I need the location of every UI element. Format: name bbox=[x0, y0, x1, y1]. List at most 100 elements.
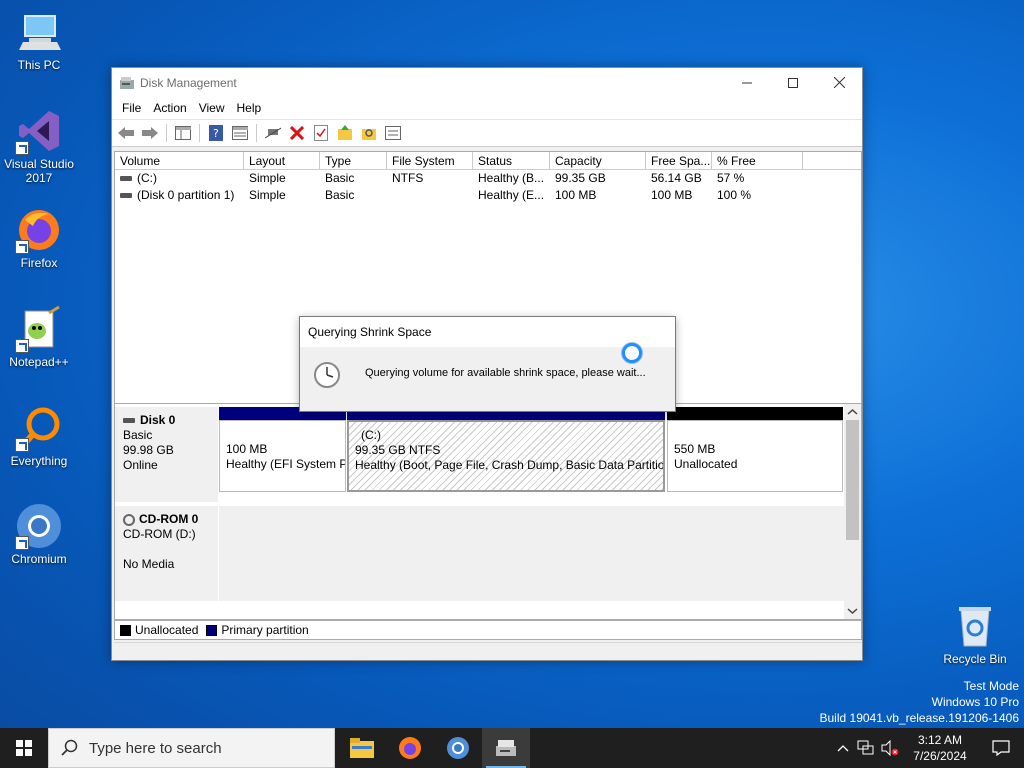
cell-layout: Simple bbox=[249, 171, 286, 185]
column-header-volume[interactable]: Volume bbox=[115, 152, 244, 169]
cell-file-system: NTFS bbox=[392, 171, 424, 185]
everything-icon bbox=[15, 404, 63, 452]
show-hidden-icons-icon[interactable] bbox=[832, 744, 854, 752]
column-header-layout[interactable]: Layout bbox=[244, 152, 320, 169]
shortcut-arrow-icon bbox=[15, 141, 29, 155]
properties-icon[interactable] bbox=[230, 123, 250, 143]
notepadpp-icon bbox=[15, 305, 63, 353]
desktop-icon-recycle-bin[interactable]: Recycle Bin bbox=[936, 602, 1014, 666]
cell-type: Basic bbox=[325, 188, 355, 202]
busy-spinner-icon bbox=[622, 343, 642, 363]
menu-help[interactable]: Help bbox=[231, 101, 268, 115]
recycle-bin-icon bbox=[951, 602, 999, 650]
delete-icon[interactable] bbox=[287, 123, 307, 143]
desktop-icon-visual-studio[interactable]: Visual Studio 2017 bbox=[0, 107, 78, 185]
taskbar-clock[interactable]: 3:12 AM 7/26/2024 bbox=[902, 732, 978, 764]
svg-text:?: ? bbox=[213, 127, 219, 140]
forward-icon[interactable] bbox=[140, 123, 160, 143]
menu-action[interactable]: Action bbox=[147, 101, 192, 115]
column-header-free-space[interactable]: Free Spa... bbox=[646, 152, 712, 169]
close-button[interactable] bbox=[816, 68, 862, 97]
minimize-button[interactable] bbox=[724, 68, 770, 97]
taskbar: Type here to search 3:12 AM 7/26/2024 bbox=[0, 728, 1024, 768]
taskbar-firefox[interactable] bbox=[386, 728, 434, 768]
column-header-capacity[interactable]: Capacity bbox=[550, 152, 646, 169]
desktop-icon-firefox[interactable]: Firefox bbox=[0, 206, 78, 270]
windows-logo-icon bbox=[16, 740, 32, 756]
connect-icon[interactable] bbox=[263, 123, 283, 143]
volume-muted-icon[interactable] bbox=[878, 740, 902, 756]
column-header-status[interactable]: Status bbox=[473, 152, 550, 169]
search-folder-icon[interactable] bbox=[359, 123, 379, 143]
watermark-line-3: Build 19041.vb_release.191206-1406 bbox=[819, 711, 1020, 725]
partition-c[interactable]: (C:) 99.35 GB NTFS Healthy (Boot, Page F… bbox=[347, 407, 665, 492]
desktop-icon-this-pc[interactable]: This PC bbox=[0, 8, 78, 72]
folder-up-icon[interactable] bbox=[335, 123, 355, 143]
desktop-icon-everything[interactable]: Everything bbox=[0, 404, 78, 468]
disk-label[interactable]: CD-ROM 0 CD-ROM (D:) No Media bbox=[115, 506, 218, 601]
test-mode-watermark: Test Mode Windows 10 Pro Build 19041.vb_… bbox=[820, 678, 1020, 726]
menu-file[interactable]: File bbox=[116, 101, 147, 115]
desktop-icon-label: Recycle Bin bbox=[943, 652, 1007, 666]
desktop-icon-chromium[interactable]: Chromium bbox=[0, 502, 78, 566]
partition-efi[interactable]: 100 MB Healthy (EFI System P bbox=[219, 407, 346, 492]
partition-status: Healthy (EFI System P bbox=[226, 457, 346, 471]
chromium-icon bbox=[447, 737, 469, 759]
notifications-icon[interactable] bbox=[978, 740, 1024, 756]
taskbar-chromium[interactable] bbox=[434, 728, 482, 768]
cd-rom-icon bbox=[123, 513, 135, 526]
network-icon[interactable] bbox=[854, 740, 878, 756]
partition-size: 99.35 GB NTFS bbox=[355, 443, 441, 457]
scrollbar-thumb[interactable] bbox=[846, 420, 859, 540]
table-row[interactable]: (C:) Simple Basic NTFS Healthy (B... 99.… bbox=[115, 170, 861, 187]
disk-name: CD-ROM 0 bbox=[139, 512, 199, 526]
show-hide-console-tree-icon[interactable] bbox=[173, 123, 193, 143]
status-bar bbox=[114, 642, 862, 660]
table-row[interactable]: (Disk 0 partition 1) Simple Basic Health… bbox=[115, 187, 861, 204]
cell-file-system bbox=[387, 187, 473, 204]
disk-label[interactable]: Disk 0 Basic 99.98 GB Online bbox=[115, 407, 218, 502]
help-icon[interactable]: ? bbox=[206, 123, 226, 143]
disk-type: Basic bbox=[123, 428, 153, 442]
legend: Unallocated Primary partition bbox=[114, 620, 862, 640]
desktop-icon-label: Chromium bbox=[11, 552, 67, 566]
partition-body-selected: (C:) 99.35 GB NTFS Healthy (Boot, Page F… bbox=[347, 420, 665, 492]
vertical-scrollbar[interactable] bbox=[844, 404, 861, 619]
check-icon[interactable] bbox=[311, 123, 331, 143]
taskbar-search-box[interactable]: Type here to search bbox=[48, 728, 335, 768]
disk-graphical-pane: Disk 0 Basic 99.98 GB Online 100 MB Heal… bbox=[114, 403, 862, 620]
menu-bar: File Action View Help bbox=[112, 97, 862, 119]
clock-date: 7/26/2024 bbox=[913, 749, 967, 763]
disk-row-disk-0: Disk 0 Basic 99.98 GB Online 100 MB Heal… bbox=[115, 407, 845, 502]
firefox-icon bbox=[399, 737, 421, 759]
legend-label-unallocated: Unallocated bbox=[135, 623, 199, 637]
cell-layout: Simple bbox=[249, 188, 286, 202]
desktop-icon-label: Everything bbox=[10, 454, 68, 468]
console-icon[interactable] bbox=[383, 123, 403, 143]
visual-studio-icon bbox=[15, 107, 63, 155]
shortcut-arrow-icon bbox=[15, 536, 29, 550]
partition-unallocated[interactable]: 550 MB Unallocated bbox=[667, 407, 843, 492]
column-header-file-system[interactable]: File System bbox=[387, 152, 473, 169]
partition-color-bar bbox=[667, 407, 843, 420]
cell-percent-free: 100 % bbox=[717, 188, 752, 202]
column-header-percent-free[interactable]: % Free bbox=[712, 152, 803, 169]
firefox-icon bbox=[15, 206, 63, 254]
menu-view[interactable]: View bbox=[193, 101, 231, 115]
partition-size: 550 MB bbox=[674, 442, 716, 456]
taskbar-disk-management[interactable] bbox=[482, 728, 530, 768]
column-header-type[interactable]: Type bbox=[320, 152, 387, 169]
hard-disk-icon bbox=[123, 418, 135, 424]
maximize-button[interactable] bbox=[770, 68, 816, 97]
back-icon[interactable] bbox=[116, 123, 136, 143]
taskbar-file-explorer[interactable] bbox=[338, 728, 386, 768]
title-bar[interactable]: Disk Management bbox=[112, 68, 862, 97]
shortcut-arrow-icon bbox=[15, 240, 29, 254]
partition-status: Healthy (Boot, Page File, Crash Dump, Ba… bbox=[355, 458, 665, 472]
desktop-icon-notepadpp[interactable]: Notepad++ bbox=[0, 305, 78, 369]
watermark-line-1: Test Mode bbox=[963, 679, 1019, 693]
start-button[interactable] bbox=[0, 728, 48, 768]
disk-management-app-icon bbox=[120, 76, 134, 89]
desktop-icon-label: This PC bbox=[17, 58, 61, 72]
partition-name bbox=[674, 427, 836, 442]
